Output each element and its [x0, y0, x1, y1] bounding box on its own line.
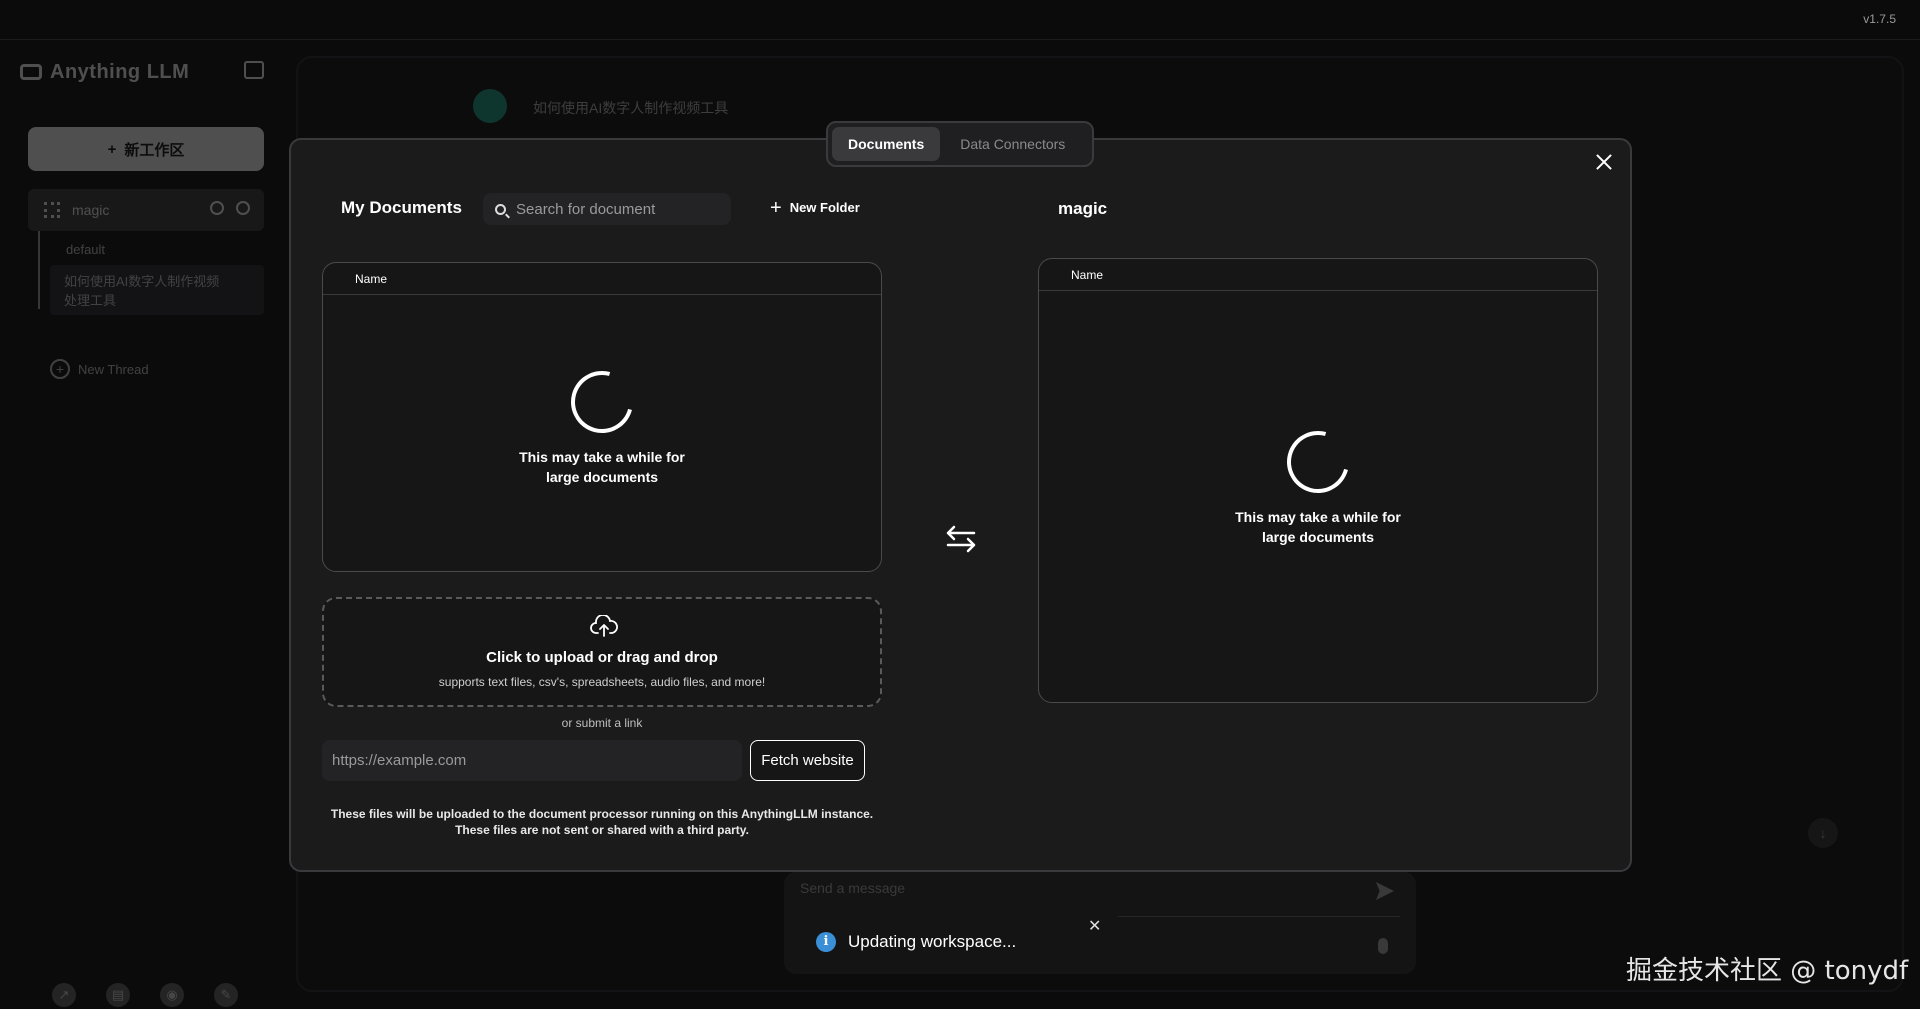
- watermark: 掘金技术社区 @ tonydf: [1626, 956, 1909, 986]
- gear-icon[interactable]: [236, 201, 250, 215]
- new-workspace-button[interactable]: + 新工作区: [28, 127, 264, 171]
- upload-subtitle: supports text files, csv's, spreadsheets…: [438, 675, 766, 689]
- workspace-icon: [44, 202, 60, 218]
- url-input[interactable]: [322, 740, 742, 781]
- settings-icon[interactable]: ✎: [214, 983, 238, 1007]
- plus-icon: +: [50, 359, 70, 379]
- discord-icon[interactable]: ◉: [160, 983, 184, 1007]
- upload-title: Click to upload or drag and drop: [486, 649, 718, 666]
- sidebar-item-workspace[interactable]: magic: [28, 189, 264, 231]
- cloud-upload-icon: [590, 615, 618, 637]
- privacy-disclaimer: These files will be uploaded to the docu…: [330, 807, 874, 837]
- info-icon: i: [816, 932, 836, 952]
- new-folder-button[interactable]: + New Folder: [770, 196, 860, 219]
- tab-data-connectors[interactable]: Data Connectors: [944, 127, 1081, 161]
- column-header-name: Name: [1039, 259, 1597, 291]
- thread-item[interactable]: default: [66, 242, 105, 257]
- sidebar-toggle-icon[interactable]: [244, 61, 264, 79]
- microphone-icon[interactable]: [1378, 938, 1388, 954]
- message-input[interactable]: Send a message: [800, 880, 905, 896]
- my-documents-title: My Documents: [341, 198, 462, 217]
- scroll-down-icon[interactable]: ↓: [1808, 818, 1838, 848]
- column-header-name: Name: [323, 263, 881, 295]
- swap-arrows-icon[interactable]: [944, 522, 978, 556]
- plus-icon: +: [770, 196, 782, 219]
- upload-icon[interactable]: [210, 201, 224, 215]
- modal-tabs: Documents Data Connectors: [826, 121, 1094, 167]
- avatar: [473, 89, 507, 123]
- loading-spinner-icon: [559, 359, 645, 445]
- chat-message-title: 如何使用AI数字人制作视频工具: [533, 100, 729, 116]
- close-icon[interactable]: ✕: [1088, 916, 1101, 936]
- loading-state: This may take a while for large document…: [1039, 419, 1597, 547]
- tab-documents[interactable]: Documents: [832, 127, 941, 161]
- workspace-title: magic: [1058, 199, 1108, 218]
- close-icon[interactable]: [1594, 152, 1614, 172]
- plus-icon: +: [107, 140, 117, 158]
- upload-dropzone[interactable]: Click to upload or drag and drop support…: [322, 597, 882, 707]
- logo-icon: [20, 64, 42, 80]
- docs-icon[interactable]: ▤: [106, 983, 130, 1007]
- sidebar: Anything LLM + 新工作区 magic default 如何使用AI数…: [0, 41, 290, 1009]
- app-logo: Anything LLM: [20, 61, 189, 84]
- fetch-website-button[interactable]: Fetch website: [750, 740, 865, 781]
- my-documents-table: Name This may take a while for large doc…: [322, 262, 882, 572]
- thread-connector: [38, 231, 40, 309]
- or-submit-link-label: or submit a link: [561, 716, 643, 730]
- thread-item[interactable]: 如何使用AI数字人制作视频 处理工具: [50, 265, 264, 315]
- new-thread-button[interactable]: + New Thread: [50, 359, 149, 379]
- toast-notification: i Updating workspace... ✕: [800, 910, 1118, 974]
- search-icon: [495, 203, 506, 215]
- toast-message: Updating workspace...: [848, 932, 1017, 951]
- search-placeholder: Search for document: [516, 200, 656, 218]
- workspace-documents-table: Name This may take a while for large doc…: [1038, 258, 1598, 703]
- top-bar: v1.7.5: [0, 0, 1920, 40]
- loading-state: This may take a while for large document…: [323, 359, 881, 487]
- community-icon[interactable]: ↗: [52, 983, 76, 1007]
- search-input[interactable]: Search for document: [483, 193, 731, 225]
- loading-spinner-icon: [1275, 419, 1361, 505]
- version-label: v1.7.5: [1863, 12, 1896, 26]
